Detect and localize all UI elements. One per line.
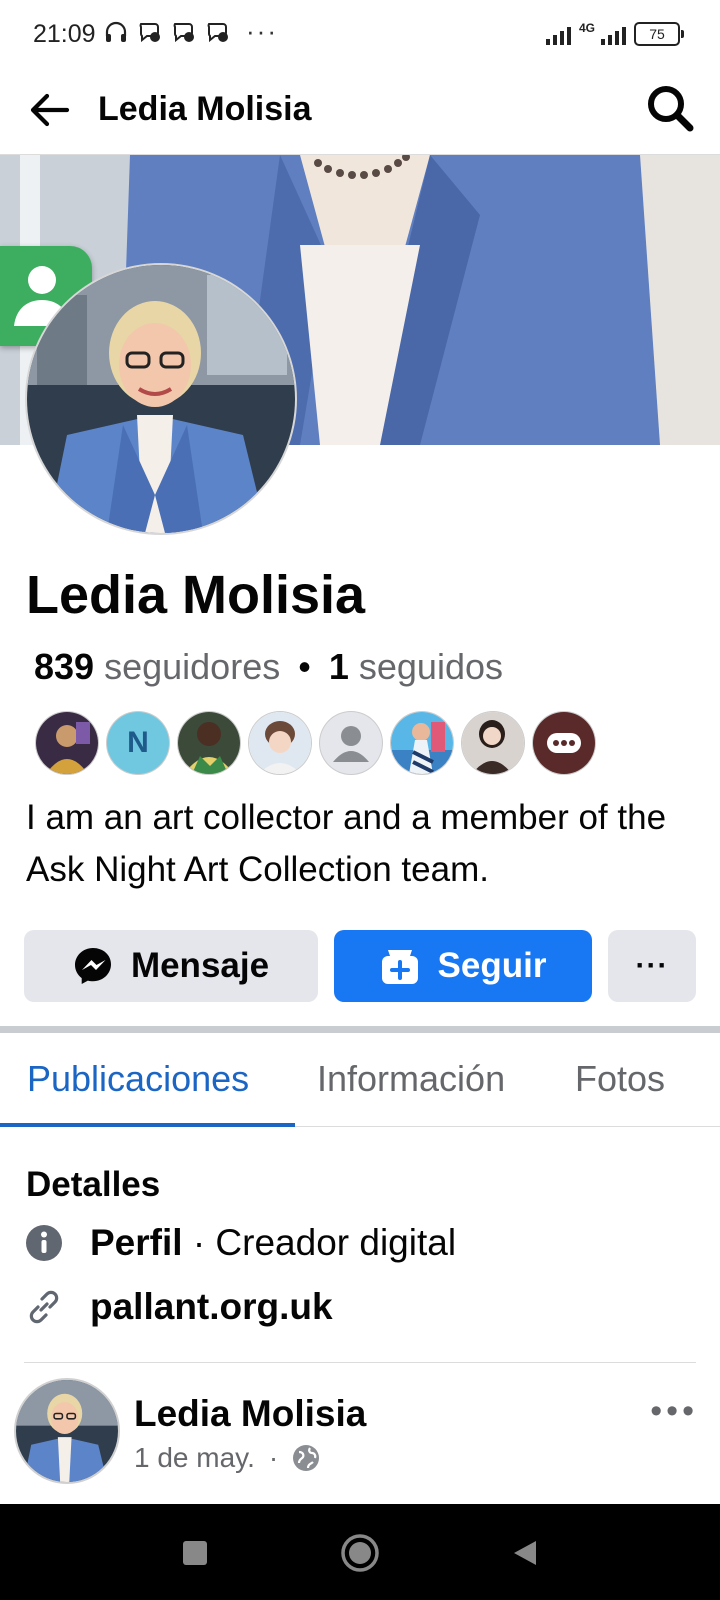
battery-level: 75 bbox=[649, 26, 665, 42]
message-button[interactable]: Mensaje bbox=[24, 930, 318, 1002]
stats-separator: • bbox=[298, 646, 311, 687]
tab-informacion[interactable]: Información bbox=[317, 1054, 505, 1104]
system-nav-bar bbox=[0, 1504, 720, 1600]
details-divider bbox=[24, 1362, 696, 1363]
followers-label: seguidores bbox=[104, 646, 281, 687]
headphones-icon bbox=[105, 21, 127, 42]
message-button-label: Mensaje bbox=[130, 946, 270, 985]
home-circle-icon bbox=[341, 1534, 379, 1572]
battery-icon: 75 bbox=[634, 22, 684, 46]
follower-avatar[interactable] bbox=[36, 712, 98, 774]
signal-icon bbox=[545, 23, 571, 45]
home-button[interactable] bbox=[337, 1530, 383, 1576]
follow-stats: 839 seguidores • 1 seguidos bbox=[34, 642, 503, 692]
link-icon bbox=[24, 1287, 64, 1327]
back-triangle-icon bbox=[514, 1541, 536, 1565]
notification-icons bbox=[104, 20, 230, 44]
info-icon bbox=[24, 1223, 64, 1263]
more-followers-button[interactable] bbox=[533, 712, 595, 774]
signal-icon-2 bbox=[601, 23, 626, 45]
globe-icon bbox=[293, 1445, 320, 1471]
network-type: 4G bbox=[578, 21, 595, 35]
meta-separator: · bbox=[268, 1442, 279, 1473]
search-button[interactable] bbox=[642, 80, 698, 136]
status-time: 21:09 bbox=[33, 20, 96, 48]
more-options-button[interactable]: ··· bbox=[608, 930, 696, 1002]
follower-avatar[interactable]: N bbox=[107, 712, 169, 774]
chat-notification-icon bbox=[139, 23, 160, 43]
tab-publicaciones[interactable]: Publicaciones bbox=[27, 1054, 249, 1104]
back-arrow-icon bbox=[30, 93, 70, 127]
website-link[interactable]: pallant.org.uk bbox=[90, 1286, 333, 1328]
post-header: Ledia Molisia 1 de may. · ••• bbox=[0, 1378, 720, 1498]
active-tab-indicator bbox=[0, 1123, 295, 1127]
profile-type-value: · Creador digital bbox=[182, 1222, 457, 1263]
profile-actions: Mensaje Seguir ··· bbox=[24, 930, 696, 1002]
follower-avatars: N bbox=[36, 712, 595, 774]
follow-plus-icon bbox=[380, 946, 420, 986]
search-icon bbox=[648, 86, 694, 132]
follower-avatar[interactable] bbox=[391, 712, 453, 774]
following-label: seguidos bbox=[358, 646, 503, 687]
default-user-icon bbox=[333, 726, 369, 762]
recents-square-icon bbox=[183, 1541, 207, 1565]
chat-notification-icon bbox=[173, 23, 194, 43]
post-author-name[interactable]: Ledia Molisia bbox=[134, 1390, 366, 1438]
post-meta: 1 de may. · bbox=[134, 1442, 320, 1474]
follower-avatar[interactable] bbox=[462, 712, 524, 774]
profile-tabs: Publicaciones Información Fotos bbox=[0, 1034, 720, 1127]
post-author-avatar[interactable] bbox=[16, 1380, 118, 1482]
section-divider bbox=[0, 1026, 720, 1033]
following-count: 1 bbox=[328, 646, 349, 687]
follower-avatar-default[interactable] bbox=[320, 712, 382, 774]
follower-avatar[interactable] bbox=[178, 712, 240, 774]
profile-avatar[interactable] bbox=[27, 265, 295, 533]
following-link[interactable]: 1 seguidos bbox=[329, 646, 503, 687]
status-bar: 21:09 ··· 4G 75 bbox=[0, 0, 720, 70]
back-nav-button[interactable] bbox=[502, 1530, 548, 1576]
followers-count: 839 bbox=[34, 646, 95, 687]
follower-initial: N bbox=[127, 726, 149, 759]
app-header: Ledia Molisia bbox=[0, 70, 720, 155]
profile-type-label: Perfil bbox=[90, 1222, 183, 1263]
follow-button-label: Seguir bbox=[437, 946, 547, 985]
follower-avatar[interactable] bbox=[249, 712, 311, 774]
more-dots-icon bbox=[547, 733, 581, 753]
follow-button[interactable]: Seguir bbox=[334, 930, 592, 1002]
messenger-icon bbox=[73, 946, 113, 986]
page-title: Ledia Molisia bbox=[98, 90, 312, 128]
post-date[interactable]: 1 de may. bbox=[134, 1442, 255, 1474]
detail-website[interactable]: pallant.org.uk bbox=[24, 1286, 333, 1328]
profile-name: Ledia Molisia bbox=[26, 565, 366, 625]
back-button[interactable] bbox=[22, 82, 78, 138]
more-options-label: ··· bbox=[635, 949, 669, 982]
chat-notification-icon bbox=[207, 23, 228, 43]
more-notifications-icon: ··· bbox=[246, 16, 278, 46]
details-heading: Detalles bbox=[26, 1165, 161, 1204]
post-more-button[interactable]: ••• bbox=[650, 1392, 698, 1431]
recents-button[interactable] bbox=[172, 1530, 218, 1576]
followers-link[interactable]: 839 seguidores bbox=[34, 646, 280, 687]
tab-fotos[interactable]: Fotos bbox=[575, 1054, 665, 1104]
detail-profile-type: Perfil · Creador digital bbox=[24, 1222, 456, 1264]
profile-photo bbox=[27, 265, 295, 533]
profile-bio: I am an art collector and a member of th… bbox=[26, 798, 667, 889]
